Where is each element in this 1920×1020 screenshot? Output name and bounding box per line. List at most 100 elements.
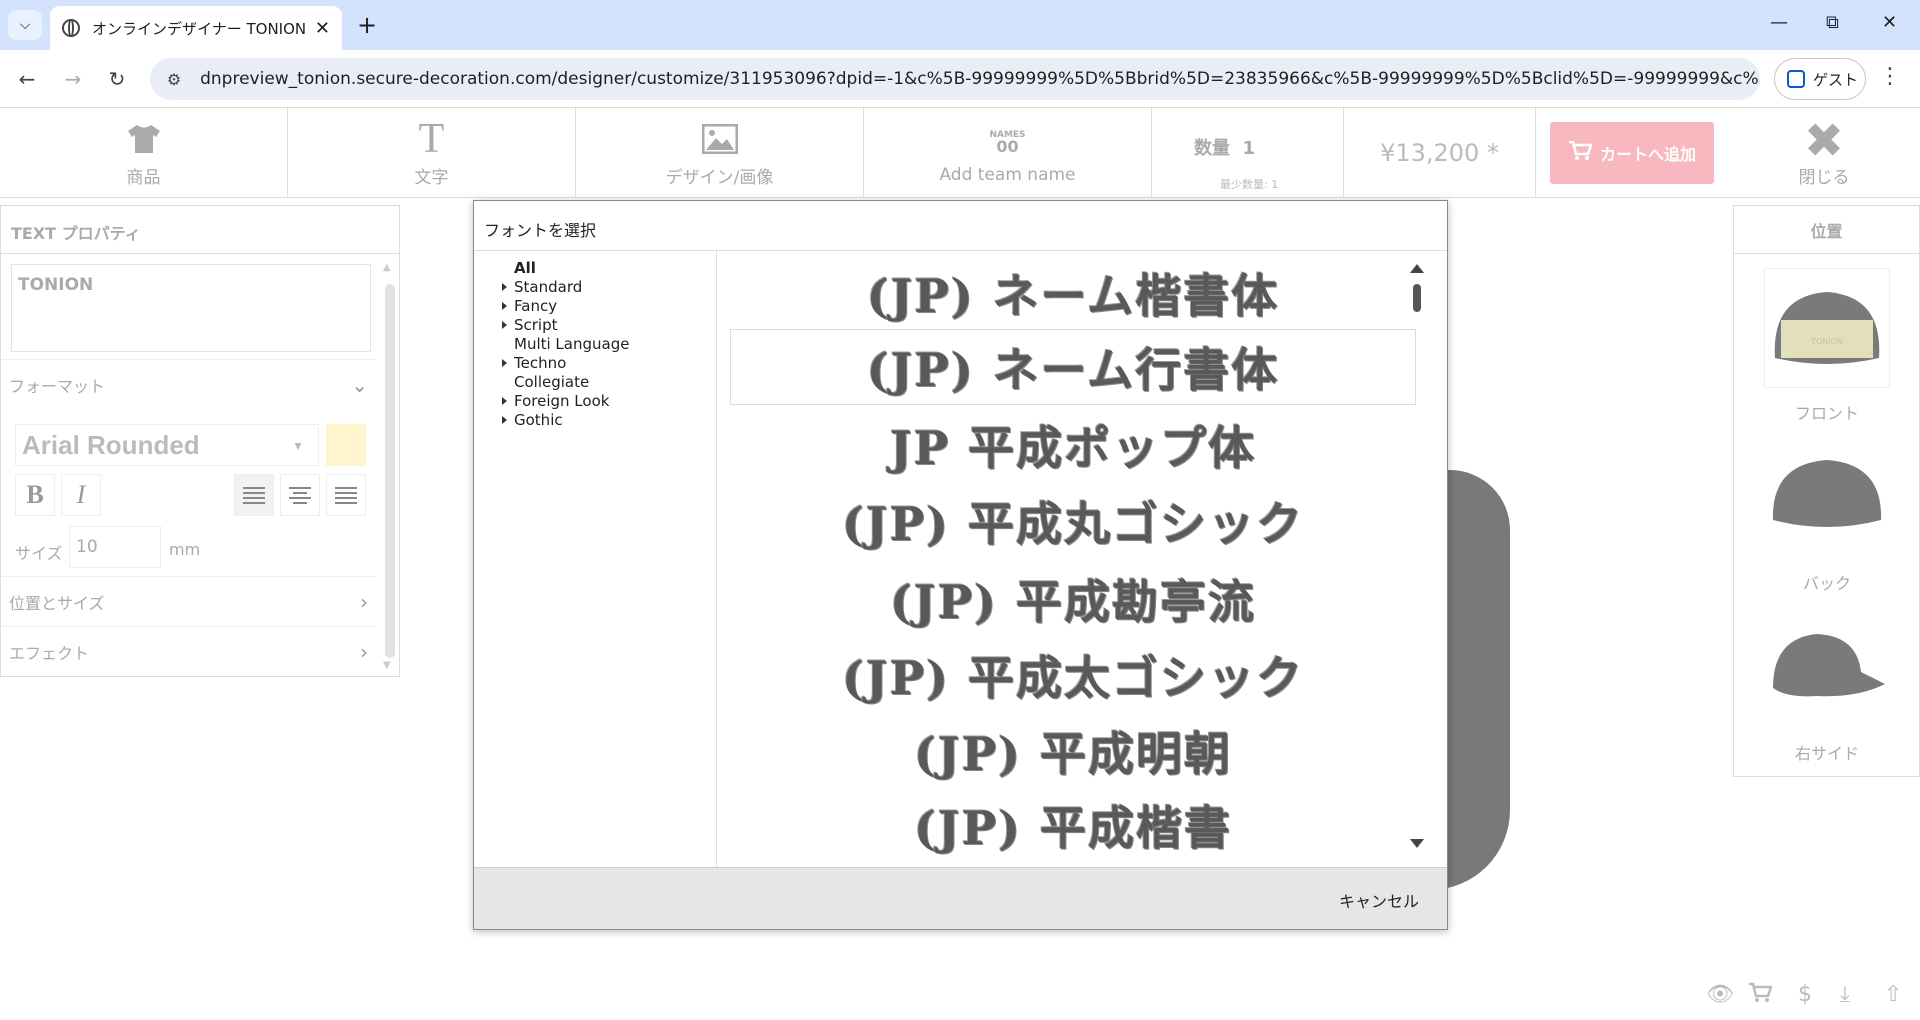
- forward-icon[interactable]: →: [58, 64, 88, 94]
- tab-title: オンラインデザイナー TONION: [92, 19, 307, 38]
- text-color-swatch[interactable]: [326, 424, 366, 466]
- position-header: 位置: [1734, 206, 1919, 254]
- dialog-footer: キャンセル: [474, 867, 1447, 929]
- minimize-icon[interactable]: —: [1770, 12, 1788, 33]
- text-properties-panel: TEXT プロパティ TONION フォーマット ⌄ Arial Rounded…: [0, 205, 400, 677]
- dialog-title: フォントを選択: [474, 201, 1447, 251]
- category-gothic[interactable]: Gothic: [502, 411, 716, 430]
- view-back[interactable]: バック: [1764, 438, 1890, 594]
- category-standard[interactable]: Standard: [502, 278, 716, 297]
- toolbar-design[interactable]: デザイン/画像: [576, 108, 864, 198]
- eye-icon[interactable]: 👁: [1706, 982, 1734, 1007]
- dollar-icon[interactable]: $: [1798, 982, 1812, 1007]
- italic-button[interactable]: I: [61, 474, 101, 516]
- position-size-section[interactable]: 位置とサイズ ›: [1, 576, 376, 626]
- align-right-button[interactable]: [326, 474, 366, 516]
- right-side-thumbnail: [1764, 608, 1890, 728]
- cart-icon[interactable]: [1748, 982, 1773, 1010]
- category-fancy[interactable]: Fancy: [502, 297, 716, 316]
- expand-arrow-icon: [502, 283, 507, 291]
- panel-header: TEXT プロパティ: [1, 206, 399, 254]
- text-input[interactable]: TONION: [11, 264, 371, 352]
- align-left-button[interactable]: [234, 474, 274, 516]
- text-t-icon: T: [418, 115, 445, 162]
- category-foreign-look[interactable]: Foreign Look: [502, 392, 716, 411]
- url-text: dnpreview_tonion.secure-decoration.com/d…: [200, 69, 1760, 89]
- cancel-button[interactable]: キャンセル: [1339, 888, 1419, 912]
- profile-button[interactable]: ゲスト: [1774, 58, 1866, 100]
- person-icon: [1787, 70, 1805, 88]
- font-option[interactable]: (JP) 平成太ゴシック: [730, 637, 1416, 713]
- font-option[interactable]: (JP) 平成明朝: [730, 713, 1416, 789]
- site-settings-icon[interactable]: ⚙: [164, 68, 184, 90]
- address-bar[interactable]: ⚙ dnpreview_tonion.secure-decoration.com…: [150, 58, 1760, 100]
- image-icon: [701, 119, 738, 159]
- scroll-up-icon[interactable]: [1410, 264, 1424, 273]
- tshirt-icon: [127, 119, 161, 159]
- share-icon[interactable]: ⇧: [1884, 982, 1902, 1007]
- chevron-down-icon: ⌄: [351, 372, 368, 397]
- window-close-icon[interactable]: ✕: [1882, 12, 1897, 33]
- restore-icon[interactable]: ⧉: [1826, 12, 1839, 33]
- menu-kebab-icon[interactable]: ⋮: [1878, 64, 1902, 94]
- profile-label: ゲスト: [1813, 70, 1859, 89]
- close-x-icon: ✖: [1803, 112, 1845, 169]
- toolbar-text[interactable]: T 文字: [288, 108, 576, 198]
- new-tab-button[interactable]: +: [352, 10, 382, 40]
- expand-arrow-icon: [502, 397, 507, 405]
- format-section[interactable]: フォーマット ⌄: [1, 359, 376, 409]
- chevron-down-icon: ⌵: [19, 17, 31, 33]
- toolbar-team-name[interactable]: NAMES 00 Add team name: [864, 108, 1152, 198]
- category-all[interactable]: All: [502, 259, 716, 278]
- view-right-side[interactable]: 右サイド: [1764, 608, 1890, 764]
- category-script[interactable]: Script: [502, 316, 716, 335]
- font-option[interactable]: (JP) 平成丸ゴシック: [730, 483, 1416, 559]
- category-collegiate[interactable]: Collegiate: [502, 373, 716, 392]
- size-input[interactable]: 10: [69, 526, 161, 568]
- expand-arrow-icon: [502, 302, 507, 310]
- close-designer-button[interactable]: ✖ 閉じる: [1728, 108, 1920, 198]
- font-option[interactable]: JP 平成ポップ体: [730, 407, 1416, 483]
- quantity-box[interactable]: 数量 1 最少数量: 1: [1152, 108, 1344, 198]
- font-option[interactable]: (JP) 平成楷書: [730, 787, 1416, 863]
- globe-icon: [62, 19, 80, 37]
- size-unit: mm: [169, 540, 201, 559]
- chevron-right-icon: ›: [360, 639, 368, 664]
- back-icon[interactable]: ←: [12, 64, 42, 94]
- back-thumbnail: [1764, 438, 1890, 558]
- category-techno[interactable]: Techno: [502, 354, 716, 373]
- scroll-down-icon[interactable]: [1410, 839, 1424, 848]
- view-front[interactable]: TONION フロント: [1764, 268, 1890, 424]
- effect-section[interactable]: エフェクト ›: [1, 626, 376, 676]
- designer-toolbar: 商品 T 文字 デザイン/画像 NAMES 00 Add team name 数…: [0, 108, 1920, 198]
- category-multi-language[interactable]: Multi Language: [502, 335, 716, 354]
- font-category-tree: All Standard Fancy Script Multi Language…: [474, 251, 717, 867]
- cart-icon: [1568, 140, 1593, 165]
- tab-search-button[interactable]: ⌵: [8, 10, 42, 40]
- font-select[interactable]: Arial Rounded ▼: [15, 424, 319, 466]
- browser-tab[interactable]: オンラインデザイナー TONION ✕: [50, 6, 342, 50]
- expand-arrow-icon: [502, 416, 507, 424]
- quantity-label: 数量 1: [1194, 138, 1256, 159]
- browser-tab-bar: ⌵ オンラインデザイナー TONION ✕ + — ⧉ ✕: [0, 0, 1920, 50]
- tab-close-icon[interactable]: ✕: [315, 18, 330, 39]
- font-option[interactable]: (JP) ネーム行書体: [730, 329, 1416, 405]
- toolbar-product[interactable]: 商品: [0, 108, 288, 198]
- front-badge-text: TONION: [1810, 337, 1843, 346]
- add-to-cart-button[interactable]: カートへ追加: [1550, 122, 1714, 184]
- size-label: サイズ: [15, 544, 63, 563]
- download-icon[interactable]: ⤓: [1840, 982, 1850, 1007]
- expand-arrow-icon: [502, 321, 507, 329]
- align-center-button[interactable]: [280, 474, 320, 516]
- browser-nav-bar: ← → ↻ ⚙ dnpreview_tonion.secure-decorati…: [0, 50, 1920, 108]
- reload-icon[interactable]: ↻: [102, 64, 132, 94]
- font-list: (JP) ネーム楷書体 (JP) ネーム行書体 JP 平成ポップ体 (JP) 平…: [718, 251, 1446, 867]
- font-option[interactable]: (JP) 平成勘亭流: [730, 561, 1416, 637]
- price-display: ¥13,200 *: [1344, 108, 1536, 198]
- expand-arrow-icon: [502, 359, 507, 367]
- bold-button[interactable]: B: [15, 474, 55, 516]
- dropdown-arrow-icon: ▼: [292, 439, 304, 453]
- font-list-scrollbar[interactable]: [1410, 264, 1424, 848]
- font-option[interactable]: (JP) ネーム楷書体: [730, 255, 1416, 331]
- panel-scrollbar[interactable]: ▲ ▼: [383, 258, 395, 672]
